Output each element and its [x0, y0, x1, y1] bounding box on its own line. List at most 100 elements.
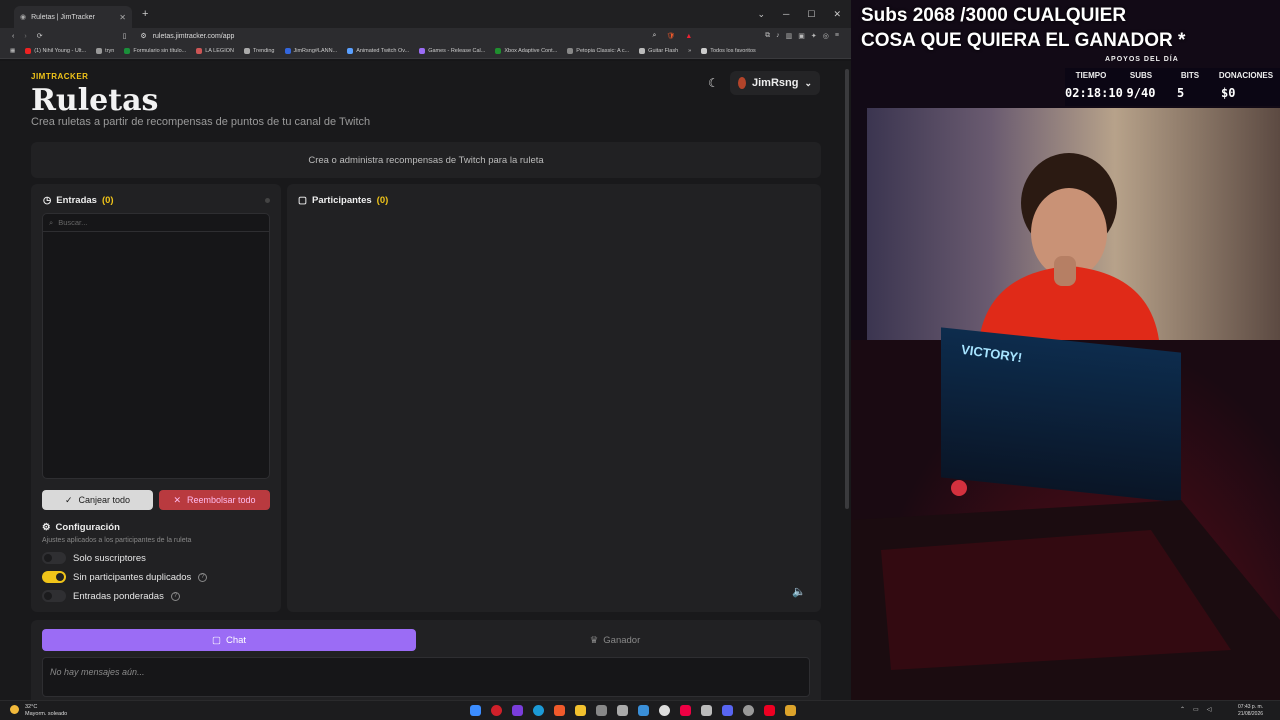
bookmark-item[interactable]: Guitar Flash	[639, 48, 678, 54]
bookmark-item[interactable]: Trending	[243, 48, 275, 54]
tab-winner[interactable]: ♛ Ganador	[419, 629, 811, 651]
extensions-icon[interactable]: ⧉	[765, 32, 770, 40]
toggle-label: Entradas ponderadas	[73, 590, 164, 602]
app-icon[interactable]	[617, 705, 628, 716]
user-menu-button[interactable]: JimRsng ⌄	[730, 71, 820, 95]
puzzle-icon[interactable]: ✦	[811, 32, 817, 40]
subs-only-toggle[interactable]	[42, 552, 66, 564]
chat-messages: No hay mensajes aún...	[42, 657, 810, 697]
config-description: Ajustes aplicados a los participantes de…	[42, 537, 192, 544]
gear-icon: ⚙	[42, 522, 51, 533]
edge-icon[interactable]	[533, 705, 544, 716]
apoyos-label: APOYOS DEL DÍA	[1105, 56, 1179, 63]
address-bar[interactable]: ⚙ ruletas.jimtracker.com/app ⌕	[136, 29, 656, 43]
forward-icon[interactable]: ›	[24, 33, 26, 40]
maximize-icon[interactable]: ☐	[807, 9, 815, 20]
app-icon[interactable]	[785, 705, 796, 716]
tab-title: Ruletas | JimTracker	[31, 13, 95, 21]
check-icon: ✓	[64, 494, 73, 505]
minimize-icon[interactable]: ─	[783, 9, 789, 20]
tray-chevron-icon[interactable]: ⌃	[1180, 706, 1185, 713]
app-icon[interactable]	[680, 705, 691, 716]
twitch-icon: ▢	[211, 634, 221, 646]
help-icon[interactable]: ?	[198, 572, 208, 582]
streamer-image	[979, 153, 1159, 340]
all-bookmarks[interactable]: Todos los favoritos	[701, 48, 756, 54]
back-icon[interactable]: ‹	[12, 33, 14, 40]
page-subtitle: Crea ruletas a partir de recompensas de …	[31, 116, 371, 128]
bookmark-item[interactable]: Games - Release Cal...	[419, 48, 485, 54]
toolbar-icons: ⧉ ♪ ▥ ▣ ✦ ◎ ≡	[765, 32, 839, 40]
close-window-icon[interactable]: ✕	[833, 9, 841, 20]
vpn-icon[interactable]: ◎	[823, 32, 829, 40]
no-duplicates-toggle[interactable]	[42, 571, 66, 583]
help-icon[interactable]: ?	[170, 591, 180, 601]
weather-widget[interactable]: 32°C Mayorm. soleado	[25, 704, 67, 718]
bookmark-item[interactable]: tryn	[96, 48, 114, 54]
bookmark-item[interactable]: JimRsng#LANN...	[284, 48, 337, 54]
entries-label: Entradas	[56, 195, 97, 206]
close-tab-icon[interactable]: ✕	[119, 13, 126, 22]
brave-shield-icon[interactable]: 🛡	[666, 32, 675, 40]
bookmark-item[interactable]: (1) Nihil Young - Ult...	[25, 48, 86, 54]
refund-all-button[interactable]: ✕ Reembolsar todo	[159, 490, 270, 510]
refund-all-label: Reembolsar todo	[187, 495, 256, 505]
tab-favicon-icon: ◉	[20, 14, 27, 21]
brave-rewards-icon[interactable]: ▲	[685, 33, 692, 40]
apps-icon[interactable]: ▦	[10, 48, 15, 54]
entries-count: (0)	[101, 195, 114, 206]
chevron-down-icon: ⌄	[804, 77, 812, 88]
taskbar-apps	[470, 705, 796, 716]
theme-toggle-moon-icon[interactable]: ☾	[708, 76, 722, 90]
page-scrollbar[interactable]	[845, 69, 849, 509]
new-tab-icon[interactable]: +	[142, 8, 148, 20]
app-icon[interactable]	[701, 705, 712, 716]
bookmark-item[interactable]: Formulario sin título...	[124, 48, 186, 54]
brave-icon[interactable]	[554, 705, 565, 716]
app-icon[interactable]	[764, 705, 775, 716]
toggle-row-weighted: Entradas ponderadas ?	[42, 590, 180, 602]
discord-icon[interactable]	[722, 705, 733, 716]
file-explorer-icon[interactable]	[575, 705, 586, 716]
wallet-icon[interactable]: ▣	[798, 32, 805, 40]
app-icon[interactable]	[596, 705, 607, 716]
app-icon[interactable]	[491, 705, 502, 716]
menu-icon[interactable]: ≡	[835, 32, 839, 40]
system-tray: ⌃ ▭ ◁	[1180, 706, 1211, 713]
weather-icon	[10, 705, 19, 714]
weighted-entries-toggle[interactable]	[42, 590, 66, 602]
app-icon[interactable]	[512, 705, 523, 716]
steam-icon[interactable]	[743, 705, 754, 716]
sidebar-icon[interactable]: ▥	[786, 32, 793, 40]
loading-icon[interactable]: ⟳	[37, 32, 43, 40]
windows-start-icon[interactable]	[470, 705, 481, 716]
more-bookmarks-icon[interactable]: »	[688, 48, 691, 54]
stat-donations: DONACIONES $0	[1218, 71, 1274, 100]
bookmark-item[interactable]: Petopia Classic: A c...	[567, 48, 629, 54]
participants-panel	[287, 184, 821, 612]
browser-window: ◉ Ruletas | JimTracker ✕ + ⌄ ─ ☐ ✕ ‹ › ⟳…	[0, 0, 851, 700]
app-icon[interactable]	[638, 705, 649, 716]
bookmark-icon[interactable]: ▯	[123, 32, 127, 40]
search-input[interactable]: ⌕ Buscar...	[43, 214, 269, 232]
browser-tab[interactable]: ◉ Ruletas | JimTracker ✕	[14, 6, 132, 28]
tab-chat[interactable]: ▢ Chat	[42, 629, 416, 651]
bookmark-item[interactable]: Xbox Adaptive Cont...	[495, 48, 557, 54]
network-icon[interactable]: ▭	[1193, 706, 1199, 713]
chevron-down-icon[interactable]: ⌄	[757, 9, 765, 20]
redeem-all-button[interactable]: ✓ Canjear todo	[42, 490, 153, 510]
music-icon[interactable]: ♪	[776, 32, 780, 40]
bookmark-item[interactable]: Animated Twitch Ov...	[347, 48, 409, 54]
volume-icon[interactable]: ◁	[1207, 706, 1212, 713]
search-icon: ⌕	[49, 217, 54, 227]
stream-overlay: Subs 2068 /3000 CUALQUIER COSA QUE QUIER…	[851, 0, 1280, 700]
avatar	[738, 77, 746, 89]
zoom-icon[interactable]: ⌕	[653, 32, 657, 40]
clock[interactable]: 07:43 p. m. 21/08/2026	[1238, 704, 1263, 718]
app-icon[interactable]	[659, 705, 670, 716]
rewards-banner[interactable]: Crea o administra recompensas de Twitch …	[31, 142, 821, 178]
bookmark-item[interactable]: LA LEGION	[196, 48, 234, 54]
date: 21/08/2026	[1238, 711, 1264, 717]
volume-icon[interactable]: 🔈	[792, 585, 806, 598]
site-info-icon[interactable]: ⚙	[140, 32, 146, 40]
